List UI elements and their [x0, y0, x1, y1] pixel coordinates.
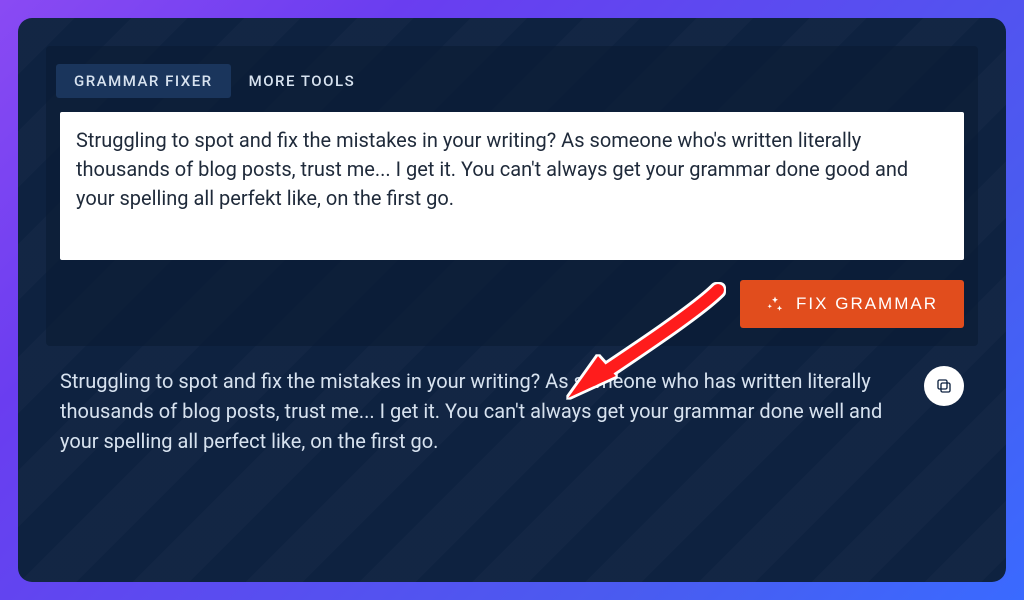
action-row: FIX GRAMMAR [46, 264, 978, 328]
tab-grammar-fixer[interactable]: GRAMMAR FIXER [56, 64, 231, 98]
fix-grammar-button[interactable]: FIX GRAMMAR [740, 280, 964, 328]
sparkles-icon [766, 295, 784, 313]
output-panel: Struggling to spot and fix the mistakes … [46, 366, 978, 456]
fix-grammar-label: FIX GRAMMAR [796, 294, 938, 314]
grammar-input[interactable] [60, 112, 964, 260]
textarea-wrap [46, 112, 978, 264]
tab-more-tools[interactable]: MORE TOOLS [231, 64, 374, 98]
app-card: GRAMMAR FIXER MORE TOOLS FIX GRAMMAR Str… [18, 18, 1006, 582]
copy-icon [935, 377, 953, 395]
copy-button[interactable] [924, 366, 964, 406]
input-panel: GRAMMAR FIXER MORE TOOLS FIX GRAMMAR [46, 46, 978, 346]
tabs-row: GRAMMAR FIXER MORE TOOLS [46, 46, 978, 112]
output-text: Struggling to spot and fix the mistakes … [60, 366, 964, 456]
